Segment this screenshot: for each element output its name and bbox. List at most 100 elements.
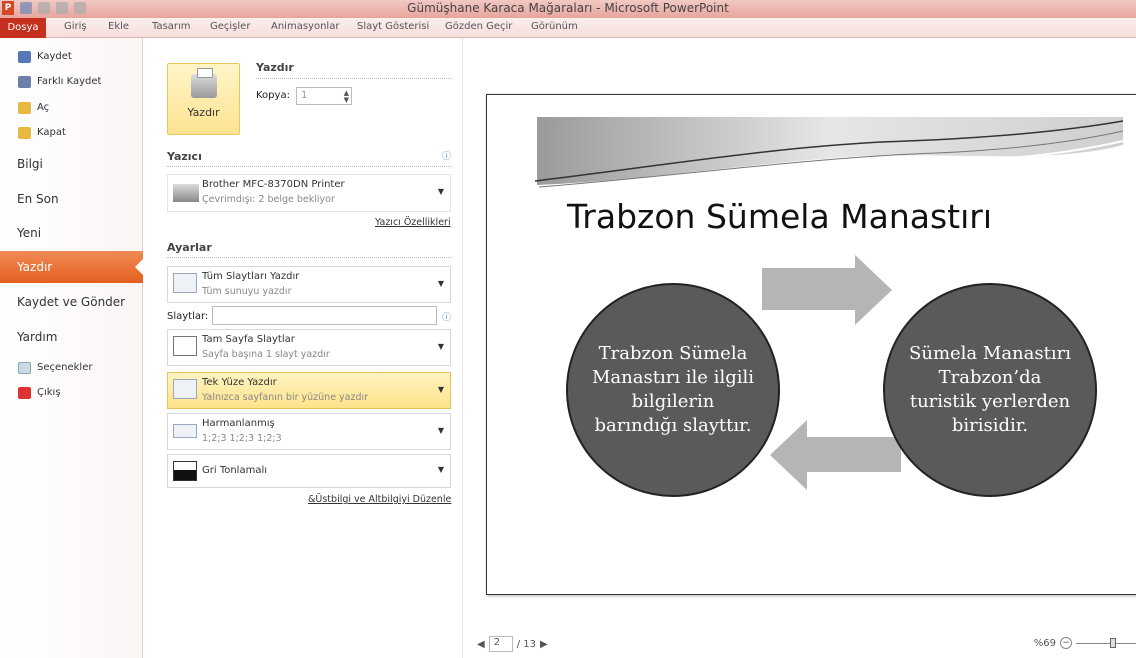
zoom-slider[interactable] [1076, 637, 1136, 648]
print-settings-panel: Yazdır Yazdır Kopya: 1 ▲ ▼ Yazıcı ⓘ Brot… [143, 38, 463, 658]
sides-desc: Yalnızca sayfanın bir yüzüne yazdır [202, 392, 369, 403]
window-title: Gümüşhane Karaca Mağaraları - Microsoft … [407, 1, 729, 15]
print-button-label: Yazdır [187, 106, 220, 119]
page-total: / 13 [516, 638, 536, 650]
layout-title: Tam Sayfa Slaytlar [202, 334, 295, 345]
nav-save-label: Kaydet [37, 51, 72, 62]
nav-info[interactable]: Bilgi [0, 157, 143, 171]
slide-preview: Trabzon Sümela Manastırı Trabzon Sümela … [486, 94, 1136, 595]
ribbon-tabs: Dosya Giriş Ekle Tasarım Geçişler Animas… [0, 18, 1136, 38]
collate-dropdown[interactable]: Harmanlanmış 1;2;3 1;2;3 1;2;3 ▼ [167, 413, 451, 450]
chevron-down-icon: ▼ [437, 279, 444, 288]
one-sided-page-icon [173, 379, 197, 399]
divider [256, 78, 451, 79]
chevron-down-icon: ▼ [437, 465, 444, 474]
print-section-title: Yazdır [256, 61, 294, 74]
copies-label: Kopya: [256, 90, 290, 101]
grayscale-icon [173, 461, 197, 481]
save-icon [18, 51, 31, 63]
nav-print[interactable]: Yazdır [0, 251, 143, 283]
nav-recent[interactable]: En Son [0, 192, 143, 206]
tab-insert[interactable]: Ekle [108, 21, 129, 32]
nav-options[interactable]: Seçenekler [0, 362, 143, 374]
tab-file[interactable]: Dosya [0, 18, 46, 38]
zoom-thumb[interactable] [1110, 637, 1116, 648]
spin-down-icon[interactable]: ▼ [344, 96, 349, 104]
next-page-icon[interactable]: ▶ [540, 639, 548, 650]
chevron-down-icon: ▼ [437, 187, 444, 196]
print-range-dropdown[interactable]: Tüm Slaytları Yazdır Tüm sunuyu yazdır ▼ [167, 266, 451, 303]
sides-dropdown[interactable]: Tek Yüze Yazdır Yalnızca sayfanın bir yü… [167, 372, 451, 409]
copies-value: 1 [301, 90, 308, 101]
tab-transitions[interactable]: Geçişler [210, 21, 250, 32]
nav-options-label: Seçenekler [37, 362, 93, 373]
print-preview: Trabzon Sümela Manastırı Trabzon Sümela … [463, 38, 1136, 658]
printer-properties-link[interactable]: Yazıcı Özellikleri [375, 217, 451, 228]
nav-save[interactable]: Kaydet [0, 51, 143, 63]
full-page-slide-icon [173, 336, 197, 356]
title-bar: P Gümüşhane Karaca Mağaraları - Microsof… [0, 0, 1136, 18]
print-range-title: Tüm Slaytları Yazdır [202, 271, 300, 282]
slide-title: Trabzon Sümela Manastırı [567, 197, 993, 236]
printer-status: Çevrimdışı: 2 belge bekliyor [202, 194, 335, 205]
nav-open[interactable]: Aç [0, 102, 143, 114]
tab-design[interactable]: Tasarım [152, 21, 191, 32]
nav-save-as[interactable]: Farklı Kaydet [0, 76, 143, 88]
nav-new[interactable]: Yeni [0, 226, 143, 240]
tab-view[interactable]: Görünüm [531, 21, 578, 32]
exit-icon [18, 387, 31, 399]
printer-icon [190, 68, 217, 98]
printer-device-icon [173, 184, 199, 202]
nav-close[interactable]: Kapat [0, 127, 143, 139]
color-dropdown[interactable]: Gri Tonlamalı ▼ [167, 454, 451, 488]
slides-label: Slaytlar: [167, 311, 209, 322]
slides-input[interactable] [212, 306, 437, 325]
save-as-icon [18, 76, 31, 88]
zoom-out-icon[interactable]: − [1060, 637, 1072, 649]
right-circle: Sümela Manastırı Trabzon’da turistik yer… [883, 283, 1097, 497]
left-circle: Trabzon Sümela Manastırı ile ilgili bilg… [566, 283, 780, 497]
print-button[interactable]: Yazdır [167, 63, 240, 135]
tab-review[interactable]: Gözden Geçir [445, 21, 512, 32]
printer-info-icon[interactable]: ⓘ [442, 149, 451, 162]
color-title: Gri Tonlamalı [202, 465, 268, 476]
collate-title: Harmanlanmış [202, 418, 275, 429]
close-folder-icon [18, 127, 31, 139]
arrow-right-icon [762, 255, 892, 325]
nav-close-label: Kapat [37, 127, 66, 138]
zoom-level: %69 [1033, 637, 1056, 649]
page-navigator: ◀ 2 / 13 ▶ [477, 636, 548, 652]
divider [167, 166, 451, 167]
tab-home[interactable]: Giriş [64, 21, 87, 32]
chevron-down-icon: ▼ [437, 342, 444, 351]
chevron-down-icon: ▼ [437, 385, 444, 394]
settings-section-title: Ayarlar [167, 241, 212, 254]
nav-exit[interactable]: Çıkış [0, 387, 143, 399]
printer-section-title: Yazıcı [167, 150, 202, 163]
slides-stack-icon [173, 273, 197, 293]
nav-help[interactable]: Yardım [0, 330, 143, 344]
layout-desc: Sayfa başına 1 slayt yazdır [202, 349, 330, 360]
chevron-down-icon: ▼ [437, 426, 444, 435]
sides-title: Tek Yüze Yazdır [202, 377, 277, 388]
options-icon [18, 362, 31, 374]
slides-info-icon[interactable]: ⓘ [442, 310, 451, 323]
previous-page-icon[interactable]: ◀ [477, 639, 485, 650]
page-input[interactable]: 2 [488, 636, 513, 652]
copies-spinner[interactable]: 1 ▲ ▼ [296, 87, 352, 105]
nav-save-send[interactable]: Kaydet ve Gönder [0, 295, 143, 309]
printer-dropdown[interactable]: Brother MFC-8370DN Printer Çevrimdışı: 2… [167, 174, 451, 212]
header-footer-link[interactable]: &Üstbilgi ve Altbilgiyi Düzenle [308, 494, 451, 505]
tab-slideshow[interactable]: Slayt Gösterisi [357, 21, 429, 32]
arrow-left-icon [770, 420, 901, 490]
print-range-desc: Tüm sunuyu yazdır [202, 286, 292, 297]
open-folder-icon [18, 102, 31, 114]
header-banner [537, 117, 1123, 185]
layout-dropdown[interactable]: Tam Sayfa Slaytlar Sayfa başına 1 slayt … [167, 329, 451, 366]
nav-open-label: Aç [37, 102, 50, 113]
divider [167, 257, 451, 258]
tab-animations[interactable]: Animasyonlar [271, 21, 339, 32]
collated-pages-icon [173, 424, 197, 438]
backstage-nav: Kaydet Farklı Kaydet Aç Kapat Bilgi En S… [0, 38, 143, 658]
nav-save-as-label: Farklı Kaydet [37, 76, 102, 87]
